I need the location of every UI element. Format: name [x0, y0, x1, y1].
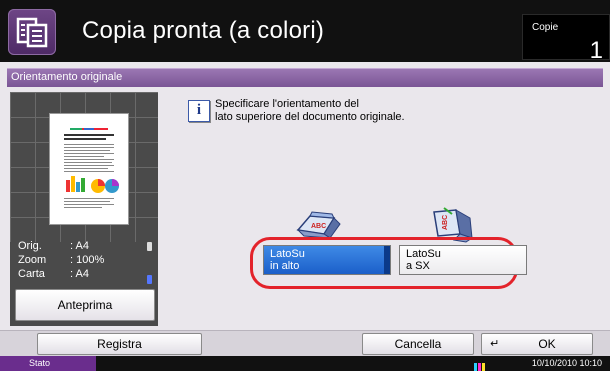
page-title: Copia pronta (a colori): [82, 17, 325, 44]
info-row-original: Orig. : A4: [18, 240, 89, 252]
svg-text:ABC: ABC: [311, 223, 326, 230]
header: Copia pronta (a colori) 1 Copie: [0, 0, 610, 64]
enter-icon: ↵: [490, 338, 500, 350]
copies-label: Copie: [532, 22, 559, 33]
top-edge-on-top-option[interactable]: LatoSu in alto: [263, 245, 391, 275]
info-row-paper: Carta : A4: [18, 268, 89, 280]
ok-button[interactable]: ↵ OK: [481, 333, 593, 355]
status-button[interactable]: Stato: [0, 356, 96, 371]
info-icon: i: [188, 100, 210, 122]
ok-label: OK: [538, 337, 556, 351]
copy-screen: Copia pronta (a colori) 1 Copie Orientam…: [0, 0, 610, 371]
copies-value: 1: [589, 37, 603, 64]
selected-indicator: [384, 246, 390, 274]
instruction-message: Specificare l'orientamento del lato supe…: [215, 98, 405, 123]
info-scroll-down-marker[interactable]: [147, 275, 152, 284]
preview-document-thumbnail: [50, 114, 128, 224]
status-datetime: 10/10/2010 10:10: [531, 358, 602, 368]
register-button[interactable]: Registra: [37, 333, 202, 355]
cancel-button[interactable]: Cancella: [362, 333, 474, 355]
preview-button[interactable]: Anteprima: [15, 289, 155, 321]
top-edge-on-left-option[interactable]: LatoSu a SX: [399, 245, 527, 275]
section-title: Orientamento originale: [11, 71, 123, 83]
status-bar: Stato 10/10/2010 10:10: [0, 356, 610, 371]
svg-text:ABC: ABC: [442, 215, 449, 230]
copy-app-icon: [8, 9, 56, 55]
status-label: Stato: [29, 358, 51, 368]
info-row-zoom: Zoom : 100%: [18, 254, 105, 266]
info-scroll-up-marker[interactable]: [147, 242, 152, 251]
document-info: Orig. : A4 Zoom : 100% Carta : A4: [14, 239, 154, 281]
toner-level-icon: [474, 359, 486, 371]
section-title-bar: Orientamento originale: [7, 68, 603, 87]
copies-counter: 1: [522, 14, 610, 64]
